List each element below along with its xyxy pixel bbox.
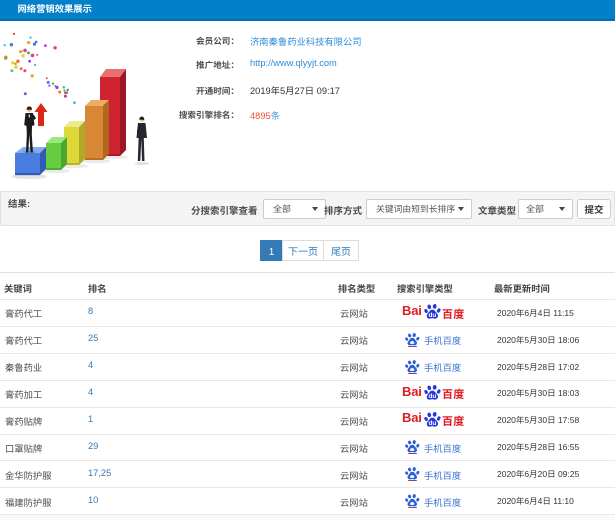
svg-text:du: du — [428, 312, 436, 319]
svg-text:du: du — [428, 393, 436, 400]
svg-text:du: du — [428, 420, 436, 427]
